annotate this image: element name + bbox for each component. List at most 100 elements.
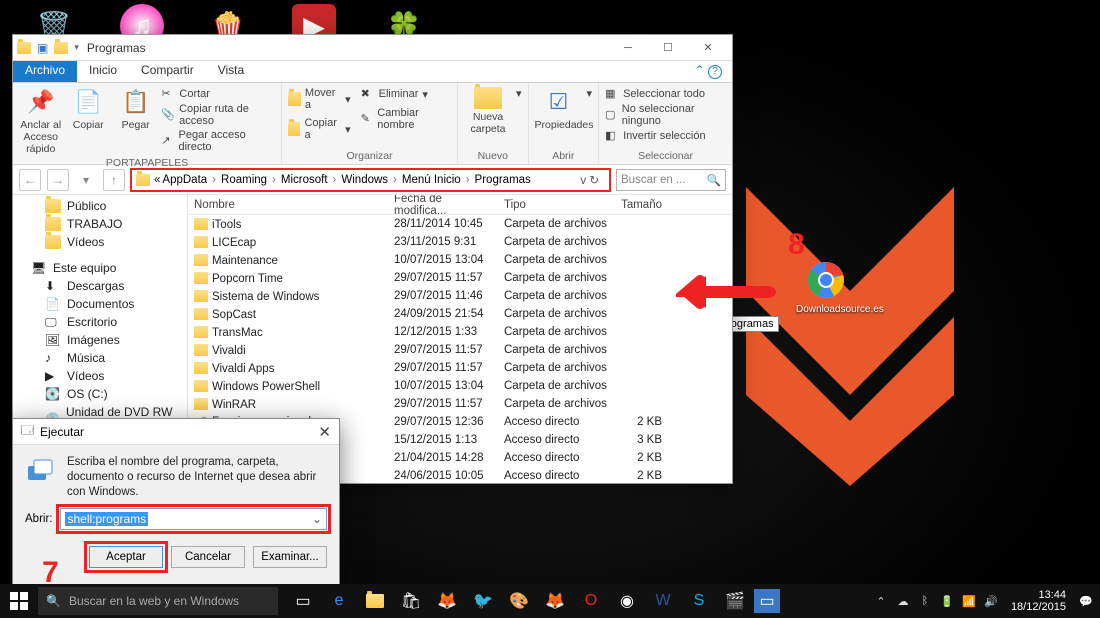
addr-dropdown-icon[interactable]: v ↻	[574, 173, 605, 187]
forward-button[interactable]: →	[47, 169, 69, 191]
chevron-down-icon[interactable]: ⌄	[312, 512, 322, 526]
col-date[interactable]: Fecha de modifica...	[388, 195, 498, 217]
browse-button[interactable]: Examinar...	[253, 546, 327, 568]
col-name[interactable]: Nombre	[188, 199, 388, 211]
breadcrumb-bar[interactable]: « AppData› Roaming› Microsoft› Windows› …	[131, 169, 610, 191]
nav-osc[interactable]: 💽OS (C:)	[13, 385, 187, 403]
move-to-button[interactable]: Mover a ▾	[288, 87, 350, 111]
videos-icon: ▶	[45, 369, 61, 383]
copy-button[interactable]: 📄Copiar	[66, 87, 109, 131]
nav-videos2[interactable]: ▶Vídeos	[13, 367, 187, 385]
accept-button[interactable]: Aceptar	[89, 546, 163, 568]
nav-documentos[interactable]: 📄Documentos	[13, 295, 187, 313]
table-row[interactable]: Popcorn Time29/07/2015 11:57Carpeta de a…	[188, 269, 732, 287]
minimize-button[interactable]: ─	[608, 38, 648, 58]
qat-new-folder-icon[interactable]	[54, 42, 68, 54]
recent-locations-button[interactable]: ▾	[75, 169, 97, 191]
taskbar[interactable]: 🔍 Buscar en la web y en Windows ▭ e 🛍 🦊 …	[0, 584, 1100, 618]
table-row[interactable]: TransMac12/12/2015 1:33Carpeta de archiv…	[188, 323, 732, 341]
new-item-icon[interactable]: ▾	[516, 87, 522, 100]
cut-button[interactable]: ✂Cortar	[161, 87, 275, 101]
ribbon-collapse-icon[interactable]: ⌃ ?	[683, 61, 732, 82]
select-all-button[interactable]: ▦Seleccionar todo	[605, 87, 726, 101]
col-type[interactable]: Tipo	[498, 199, 608, 211]
cancel-button[interactable]: Cancelar	[171, 546, 245, 568]
paste-button[interactable]: 📋Pegar	[114, 87, 157, 131]
delete-button[interactable]: ✖Eliminar ▾	[361, 87, 451, 101]
tray-battery-icon[interactable]: 🔋	[939, 593, 955, 609]
notifications-icon[interactable]: 💬	[1078, 593, 1094, 609]
edge-icon[interactable]: e	[322, 584, 356, 618]
qat-props-icon[interactable]: ▣	[37, 41, 48, 55]
red-arrow-icon	[676, 272, 776, 317]
tray-up-icon[interactable]: ⌃	[873, 593, 889, 609]
store-icon[interactable]: 🛍	[394, 584, 428, 618]
back-button[interactable]: ←	[19, 169, 41, 191]
opera-icon[interactable]: O	[574, 584, 608, 618]
word-icon[interactable]: W	[646, 584, 680, 618]
system-tray[interactable]: ⌃ ☁ ᛒ 🔋 📶 🔊 13:44 18/12/2015 💬	[873, 589, 1100, 613]
taskbar-search-input[interactable]: 🔍 Buscar en la web y en Windows	[38, 587, 278, 615]
nav-trabajo[interactable]: TRABAJO	[13, 215, 187, 233]
select-none-button[interactable]: ▢No seleccionar ninguno	[605, 103, 726, 127]
invert-selection-button[interactable]: ◧Invertir selección	[605, 129, 726, 143]
table-row[interactable]: Sistema de Windows29/07/2015 11:46Carpet…	[188, 287, 732, 305]
new-folder-button[interactable]: Nueva carpeta	[464, 87, 512, 135]
app-icon-4[interactable]: 🎬	[718, 584, 752, 618]
tab-vista[interactable]: Vista	[206, 61, 256, 82]
app-icon-1[interactable]: 🦊	[430, 584, 464, 618]
tab-inicio[interactable]: Inicio	[77, 61, 129, 82]
nav-descargas[interactable]: ⬇Descargas	[13, 277, 187, 295]
tray-onedrive-icon[interactable]: ☁	[895, 593, 911, 609]
start-button[interactable]	[0, 584, 38, 618]
app-icon-3[interactable]: 🎨	[502, 584, 536, 618]
table-row[interactable]: Maintenance10/07/2015 13:04Carpeta de ar…	[188, 251, 732, 269]
table-row[interactable]: WinRAR29/07/2015 11:57Carpeta de archivo…	[188, 395, 732, 413]
copy-to-button[interactable]: Copiar a ▾	[288, 117, 350, 141]
copy-path-button[interactable]: 📎Copiar ruta de acceso	[161, 103, 275, 127]
paste-shortcut-button[interactable]: ↗Pegar acceso directo	[161, 129, 275, 153]
tab-compartir[interactable]: Compartir	[129, 61, 206, 82]
col-size[interactable]: Tamaño	[608, 199, 668, 211]
chrome-taskbar-icon[interactable]: ◉	[610, 584, 644, 618]
pin-button[interactable]: 📌Anclar al Acceso rápido	[19, 87, 62, 155]
open-icon[interactable]: ▾	[587, 87, 593, 100]
table-row[interactable]: Windows PowerShell10/07/2015 13:04Carpet…	[188, 377, 732, 395]
table-row[interactable]: LICEcap23/11/2015 9:31Carpeta de archivo…	[188, 233, 732, 251]
close-icon[interactable]: ✕	[318, 423, 331, 441]
tab-archivo[interactable]: Archivo	[13, 61, 77, 82]
table-row[interactable]: SopCast24/09/2015 21:54Carpeta de archiv…	[188, 305, 732, 323]
app-icon-2[interactable]: 🐦	[466, 584, 500, 618]
tray-bt-icon[interactable]: ᛒ	[917, 593, 933, 609]
nav-imagenes[interactable]: 🖼Imágenes	[13, 331, 187, 349]
properties-button[interactable]: ☑Propiedades	[535, 87, 583, 131]
column-headers[interactable]: Nombre Fecha de modifica... Tipo Tamaño	[188, 195, 732, 215]
app-icon-5[interactable]: ▭	[754, 589, 780, 613]
nav-este-equipo[interactable]: 🖥Este equipo	[13, 259, 187, 277]
taskview-icon[interactable]: ▭	[286, 584, 320, 618]
table-row[interactable]: iTools28/11/2014 10:45Carpeta de archivo…	[188, 215, 732, 233]
run-titlebar[interactable]: 🗔 Ejecutar ✕	[13, 419, 339, 445]
skype-icon[interactable]: S	[682, 584, 716, 618]
up-button[interactable]: ↑	[103, 169, 125, 191]
table-row[interactable]: Vivaldi Apps29/07/2015 11:57Carpeta de a…	[188, 359, 732, 377]
explorer-taskbar-icon[interactable]	[358, 584, 392, 618]
tray-wifi-icon[interactable]: 📶	[961, 593, 977, 609]
rename-button[interactable]: ✎Cambiar nombre	[361, 107, 451, 131]
nav-musica[interactable]: ♪Música	[13, 349, 187, 367]
nav-escritorio[interactable]: 🖵Escritorio	[13, 313, 187, 331]
qat-dropdown-icon[interactable]: ▾	[74, 42, 79, 53]
maximize-button[interactable]: ☐	[648, 38, 688, 58]
table-row[interactable]: Vivaldi29/07/2015 11:57Carpeta de archiv…	[188, 341, 732, 359]
firefox-icon[interactable]: 🦊	[538, 584, 572, 618]
search-input[interactable]: Buscar en ...🔍	[616, 169, 726, 191]
nav-videos[interactable]: Vídeos	[13, 233, 187, 251]
tray-volume-icon[interactable]: 🔊	[983, 593, 999, 609]
breadcrumb[interactable]: « AppData› Roaming› Microsoft› Windows› …	[154, 174, 531, 186]
run-input[interactable]: shell:programs ⌄	[60, 508, 327, 530]
taskbar-clock[interactable]: 13:44 18/12/2015	[1005, 589, 1072, 613]
nav-publico[interactable]: Público	[13, 197, 187, 215]
close-button[interactable]: ✕	[688, 38, 728, 58]
window-titlebar[interactable]: ▣ ▾ Programas ─ ☐ ✕	[13, 35, 732, 61]
chrome-shortcut[interactable]: Downloadsource.es	[796, 258, 856, 315]
